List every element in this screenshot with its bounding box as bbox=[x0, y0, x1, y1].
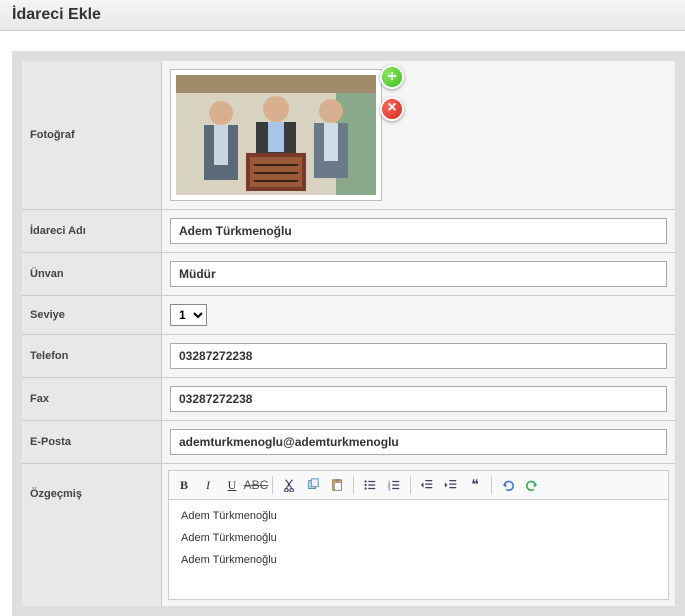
row-title: Ünvan bbox=[22, 253, 675, 296]
photo-cell: + × bbox=[162, 61, 675, 209]
scissors-icon bbox=[282, 478, 296, 492]
row-phone: Telefon bbox=[22, 335, 675, 378]
form-panel: Fotoğraf bbox=[12, 51, 685, 616]
add-photo-button[interactable]: + bbox=[380, 65, 404, 89]
label-name: İdareci Adı bbox=[22, 210, 162, 252]
label-email: E-Posta bbox=[22, 421, 162, 463]
editor-content[interactable]: Adem Türkmenoğlu Adem Türkmenoğlu Adem T… bbox=[168, 500, 669, 600]
cut-button[interactable] bbox=[278, 474, 300, 496]
page-title: İdareci Ekle bbox=[12, 6, 673, 24]
bio-line: Adem Türkmenoğlu bbox=[181, 532, 656, 544]
photo-controls: + × bbox=[380, 65, 404, 121]
undo-button[interactable] bbox=[497, 474, 519, 496]
strikethrough-button[interactable]: ABC bbox=[245, 474, 267, 496]
level-select[interactable]: 1 bbox=[170, 304, 207, 326]
outdent-button[interactable] bbox=[416, 474, 438, 496]
name-input[interactable] bbox=[170, 218, 667, 244]
bullet-list-button[interactable] bbox=[359, 474, 381, 496]
close-icon: × bbox=[387, 99, 396, 117]
label-level: Seviye bbox=[22, 296, 162, 334]
undo-icon bbox=[501, 478, 515, 492]
fax-input[interactable] bbox=[170, 386, 667, 412]
outdent-icon bbox=[420, 478, 434, 492]
label-photo: Fotoğraf bbox=[22, 61, 162, 209]
email-input[interactable] bbox=[170, 429, 667, 455]
page-header: İdareci Ekle bbox=[0, 0, 685, 31]
underline-button[interactable]: U bbox=[221, 474, 243, 496]
copy-icon bbox=[306, 478, 320, 492]
copy-button[interactable] bbox=[302, 474, 324, 496]
list-ul-icon bbox=[363, 478, 377, 492]
redo-button[interactable] bbox=[521, 474, 543, 496]
list-ol-icon: 123 bbox=[387, 478, 401, 492]
indent-button[interactable] bbox=[440, 474, 462, 496]
photo-thumbnail[interactable] bbox=[170, 69, 382, 201]
label-fax: Fax bbox=[22, 378, 162, 420]
separator bbox=[353, 476, 354, 494]
phone-input[interactable] bbox=[170, 343, 667, 369]
label-phone: Telefon bbox=[22, 335, 162, 377]
separator bbox=[491, 476, 492, 494]
svg-text:3: 3 bbox=[388, 486, 391, 491]
row-name: İdareci Adı bbox=[22, 210, 675, 253]
bio-line: Adem Türkmenoğlu bbox=[181, 510, 656, 522]
blockquote-button[interactable]: ❝ bbox=[464, 474, 486, 496]
italic-button[interactable]: I bbox=[197, 474, 219, 496]
bold-button[interactable]: B bbox=[173, 474, 195, 496]
indent-icon bbox=[444, 478, 458, 492]
row-email: E-Posta bbox=[22, 421, 675, 464]
row-photo: Fotoğraf bbox=[22, 61, 675, 210]
paste-button[interactable] bbox=[326, 474, 348, 496]
row-fax: Fax bbox=[22, 378, 675, 421]
paste-icon bbox=[330, 478, 344, 492]
label-bio: Özgeçmiş bbox=[22, 464, 162, 606]
separator bbox=[272, 476, 273, 494]
redo-icon bbox=[525, 478, 539, 492]
row-level: Seviye 1 bbox=[22, 296, 675, 335]
number-list-button[interactable]: 123 bbox=[383, 474, 405, 496]
row-bio: Özgeçmiş B I U ABC bbox=[22, 464, 675, 606]
photo-image bbox=[176, 75, 376, 195]
label-title: Ünvan bbox=[22, 253, 162, 295]
separator bbox=[410, 476, 411, 494]
bio-line: Adem Türkmenoğlu bbox=[181, 554, 656, 566]
editor-toolbar: B I U ABC bbox=[168, 470, 669, 500]
title-input[interactable] bbox=[170, 261, 667, 287]
remove-photo-button[interactable]: × bbox=[380, 97, 404, 121]
plus-icon: + bbox=[387, 68, 396, 86]
rich-editor: B I U ABC bbox=[168, 470, 669, 600]
